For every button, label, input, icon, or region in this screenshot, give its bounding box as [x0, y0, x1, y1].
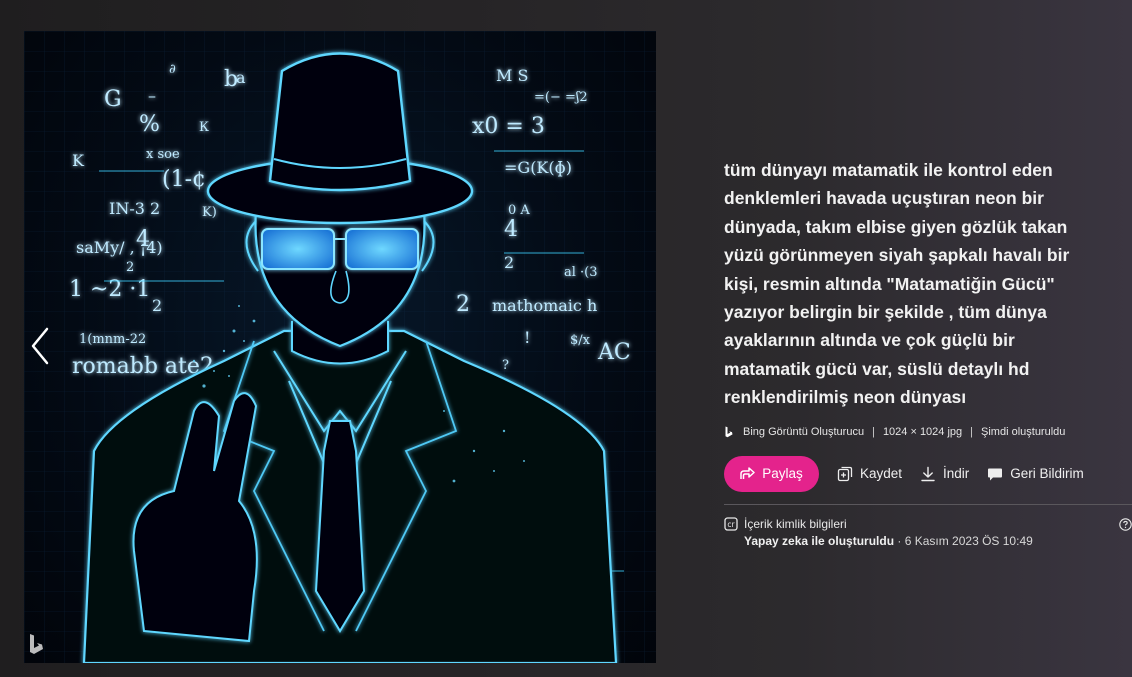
- content-credentials: cr İçerik kimlik bilgileri Yapay zeka il…: [724, 517, 1132, 548]
- save-label: Kaydet: [860, 466, 903, 482]
- chevron-left-icon: [31, 327, 49, 365]
- image-formula-text: al ·(3: [564, 265, 598, 280]
- bing-logo-icon: [725, 426, 733, 437]
- image-formula-text: =(− =ʃ2: [534, 90, 588, 105]
- image-formula-text: 2: [152, 296, 162, 315]
- meta-separator: |: [970, 425, 974, 438]
- download-button[interactable]: İndir: [920, 466, 969, 482]
- image-formula-text: –: [148, 86, 156, 105]
- ai-generated-label: Yapay zeka ile oluşturuldu: [744, 533, 895, 548]
- image-formula-text: К: [199, 120, 209, 135]
- content-credentials-icon: cr: [724, 517, 738, 531]
- image-formula-text: G: [104, 87, 122, 112]
- image-formula-text: ∂: [169, 62, 176, 77]
- image-source: Bing Görüntü Oluşturucu: [743, 425, 865, 438]
- divider: [724, 503, 1132, 505]
- feedback-button[interactable]: Geri Bildirim: [987, 466, 1084, 482]
- image-details-panel: tüm dünyayı matamatik ile kontrol eden d…: [724, 156, 1132, 548]
- feedback-label: Geri Bildirim: [1010, 466, 1084, 482]
- image-formula-text: a: [236, 68, 246, 87]
- image-formula-text: IN-3 2: [109, 199, 160, 218]
- bing-watermark-icon: [26, 632, 48, 656]
- image-status: Şimdi oluşturuldu: [981, 425, 1066, 438]
- generated-image[interactable]: b a ∂ G – К% Kx soe (1-¢ IN-3 2 K) 4 saMy/ , ¡4) 2 1 …: [24, 31, 656, 663]
- image-formula-text: x0 = 3: [472, 114, 545, 139]
- download-icon: [921, 466, 935, 481]
- image-formula-text: AC: [597, 340, 631, 365]
- neon-figure-illustration: ba∂G –К%K x soe(1-¢IN-3 2 K)4saMy/ , ¡4)21 …: [24, 31, 656, 663]
- share-label: Paylaş: [762, 466, 803, 482]
- image-formula-text: (1-¢: [162, 167, 206, 192]
- image-formula-text: =G(K(ɸ): [504, 158, 572, 177]
- creation-date: · 6 Kasım 2023 ÖS 10:49: [894, 533, 1033, 548]
- image-formula-text: ?: [502, 358, 509, 373]
- image-meta-row: Bing Görüntü Oluşturucu | 1024 × 1024 jp…: [724, 426, 1124, 438]
- image-formula-text: %: [139, 112, 160, 137]
- save-collection-icon: [837, 466, 853, 481]
- previous-image-button[interactable]: [24, 322, 56, 370]
- image-formula-text: saMy/ , ¡4): [76, 238, 163, 257]
- image-dimensions: 1024 × 1024 jpg: [882, 425, 963, 438]
- share-button[interactable]: Paylaş: [724, 455, 819, 492]
- prompt-text: tüm dünyayı matamatik ile kontrol eden d…: [724, 160, 1070, 408]
- image-formula-text: 4: [504, 217, 518, 242]
- image-formula-text: 2: [504, 253, 514, 272]
- feedback-icon: [988, 468, 1003, 481]
- image-formula-text: x soe: [146, 147, 180, 162]
- image-formula-text: mathomaic h: [492, 296, 597, 315]
- help-icon[interactable]: [1119, 517, 1132, 531]
- image-formula-text: M S: [496, 66, 528, 85]
- action-bar: Paylaş Kaydet İndir Geri Bildirim: [724, 455, 1124, 492]
- image-formula-text: K): [202, 205, 217, 220]
- image-formula-text: !: [524, 328, 530, 347]
- download-label: İndir: [943, 466, 970, 482]
- meta-separator: |: [872, 425, 875, 438]
- share-icon: [740, 467, 755, 480]
- image-formula-text: 1(mnm-22: [79, 332, 146, 347]
- image-formula-text: $/x: [570, 333, 591, 348]
- content-credentials-title[interactable]: İçerik kimlik bilgileri: [744, 517, 847, 531]
- image-formula-text: 2: [126, 260, 134, 275]
- image-formula-text: K: [72, 151, 85, 170]
- image-formula-text: 0 A: [508, 203, 530, 218]
- svg-text:cr: cr: [727, 520, 735, 529]
- image-formula-text: 2: [456, 292, 470, 317]
- save-button[interactable]: Kaydet: [837, 466, 902, 482]
